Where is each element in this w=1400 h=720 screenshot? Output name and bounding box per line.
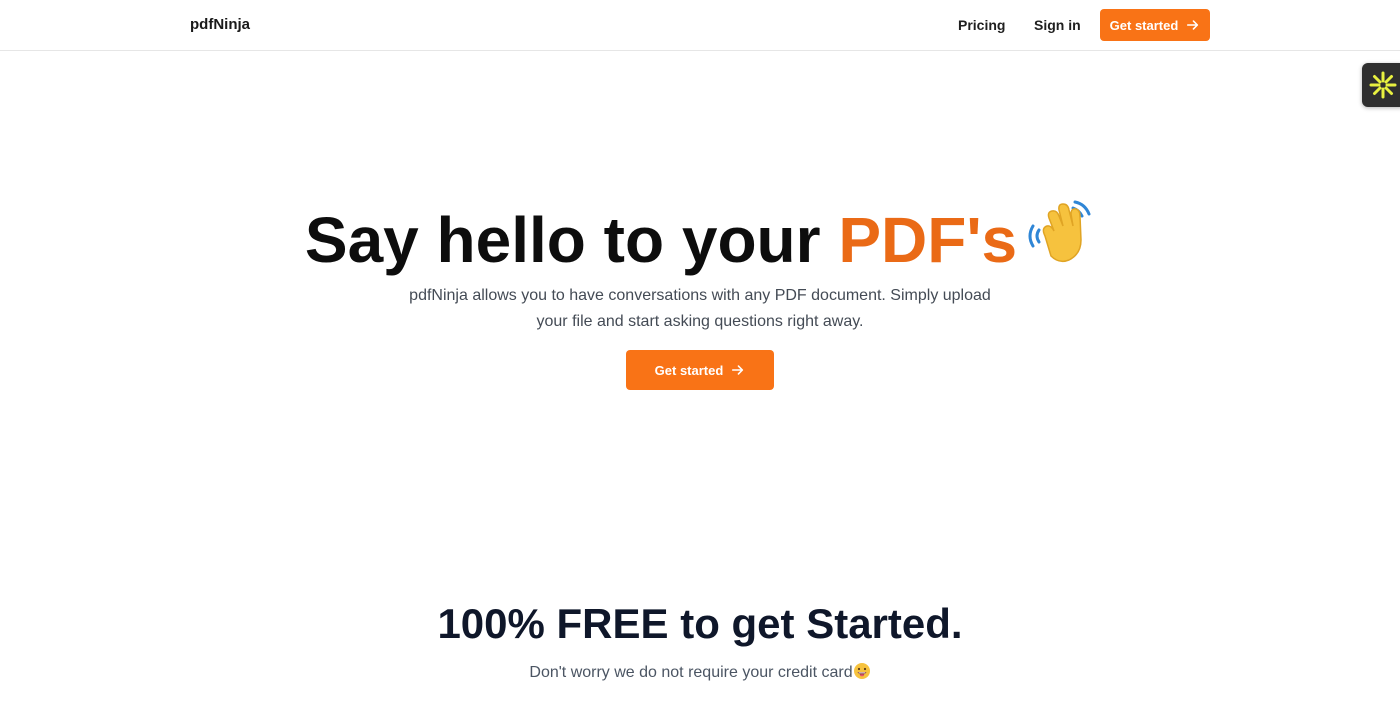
hero-title-main: Say hello to your bbox=[304, 204, 839, 276]
asterisk-icon bbox=[1369, 71, 1397, 99]
nav-link-sign-in[interactable]: Sign in bbox=[1034, 17, 1081, 33]
nav-link-pricing[interactable]: Pricing bbox=[958, 17, 1005, 33]
side-widget-button[interactable] bbox=[1362, 63, 1400, 107]
hero-title-accent: PDF's bbox=[838, 204, 1018, 276]
hero-get-started-label: Get started bbox=[654, 362, 724, 378]
hero-title: Say hello to your PDF's bbox=[0, 196, 1400, 277]
free-subtitle: Don't worry we do not require your credi… bbox=[0, 662, 1400, 682]
hero-subtitle: pdfNinja allows you to have conversation… bbox=[409, 287, 991, 330]
grinning-face-icon bbox=[853, 663, 870, 679]
arrow-right-icon bbox=[1187, 20, 1199, 30]
hero-get-started-button[interactable]: Get started bbox=[626, 350, 774, 390]
nav-get-started-button[interactable]: Get started bbox=[1100, 9, 1210, 41]
arrow-right-icon bbox=[732, 365, 744, 375]
brand-logo[interactable]: pdfNinja bbox=[190, 16, 250, 33]
nav-get-started-label: Get started bbox=[1109, 17, 1179, 33]
free-subtitle-text: Don't worry we do not require your credi… bbox=[529, 664, 853, 681]
free-title: 100% FREE to get Started. bbox=[437, 600, 963, 647]
waving-hand-icon bbox=[1028, 200, 1091, 263]
top-navbar: pdfNinja Pricing Sign in Get started bbox=[0, 0, 1400, 51]
